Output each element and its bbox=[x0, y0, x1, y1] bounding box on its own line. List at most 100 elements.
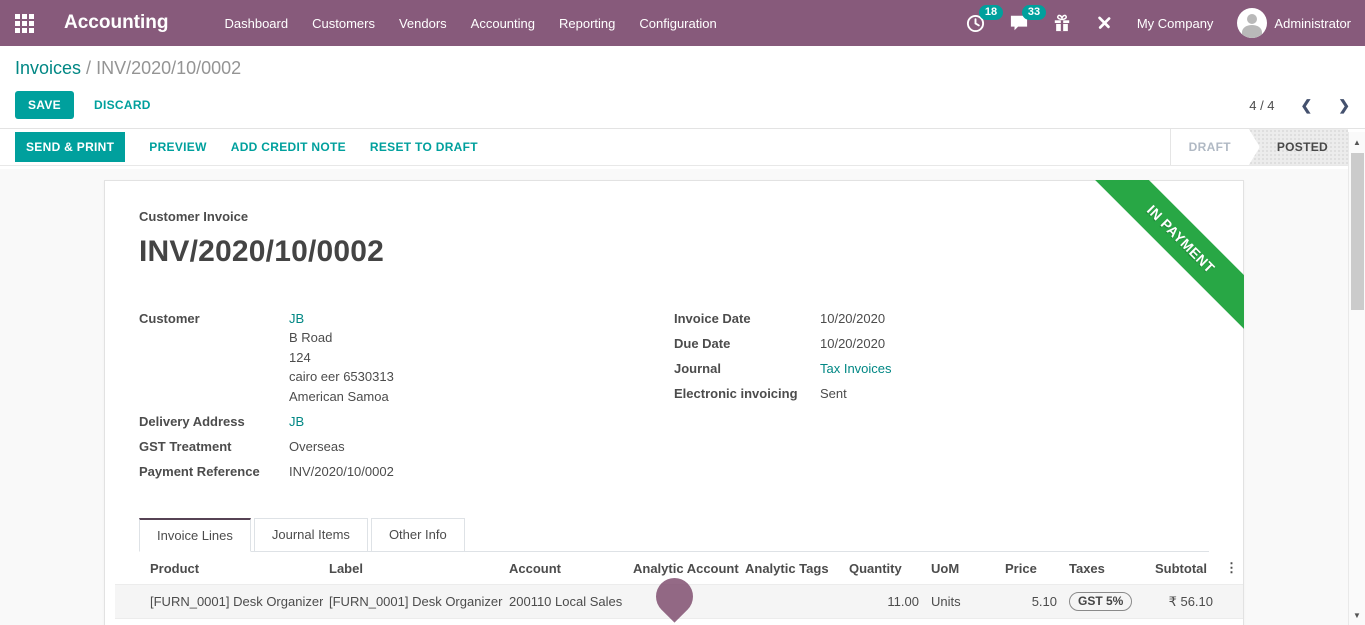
field-electronic-invoicing: Electronic invoicing Sent bbox=[674, 384, 1209, 403]
save-button[interactable]: SAVE bbox=[15, 91, 74, 119]
nav-item-reporting[interactable]: Reporting bbox=[559, 16, 615, 31]
state-posted[interactable]: POSTED bbox=[1249, 129, 1348, 165]
reset-to-draft-button[interactable]: RESET TO DRAFT bbox=[370, 140, 478, 154]
user-name: Administrator bbox=[1274, 16, 1351, 31]
field-journal: Journal Tax Invoices bbox=[674, 359, 1209, 378]
navbar-systray: 18 33 My Company Administrator bbox=[966, 8, 1351, 38]
gift-icon bbox=[1053, 14, 1071, 32]
field-delivery-address: Delivery Address JB bbox=[139, 412, 674, 431]
tab-invoice-lines[interactable]: Invoice Lines bbox=[139, 518, 251, 552]
col-header-analytic-tags[interactable]: Analytic Tags bbox=[739, 552, 843, 585]
pager-count: 4 / 4 bbox=[1249, 98, 1274, 113]
vertical-scrollbar[interactable]: ▲ ▼ bbox=[1348, 132, 1365, 625]
optional-columns-icon[interactable]: ⋮ bbox=[1225, 560, 1238, 575]
preview-button[interactable]: PREVIEW bbox=[149, 140, 206, 154]
col-header-product[interactable]: Product bbox=[115, 552, 323, 585]
messages-badge: 33 bbox=[1022, 5, 1046, 20]
cell-uom[interactable]: Units bbox=[925, 585, 999, 619]
field-gst-treatment: GST Treatment Overseas bbox=[139, 437, 674, 456]
field-group-left: Customer JB B Road 124 cairo eer 6530313… bbox=[139, 309, 674, 487]
nav-item-accounting[interactable]: Accounting bbox=[471, 16, 535, 31]
field-due-date: Due Date 10/20/2020 bbox=[674, 334, 1209, 353]
field-group-right: Invoice Date 10/20/2020 Due Date 10/20/2… bbox=[674, 309, 1209, 487]
cell-price[interactable]: 5.10 bbox=[999, 585, 1063, 619]
col-header-account[interactable]: Account bbox=[503, 552, 627, 585]
cell-quantity[interactable]: 11.00 bbox=[843, 585, 925, 619]
invoice-date-label: Invoice Date bbox=[674, 309, 820, 328]
user-avatar bbox=[1237, 8, 1267, 38]
breadcrumb-current: INV/2020/10/0002 bbox=[96, 58, 241, 78]
electronic-invoicing-label: Electronic invoicing bbox=[674, 384, 820, 403]
gst-treatment-label: GST Treatment bbox=[139, 437, 289, 456]
company-switcher[interactable]: My Company bbox=[1137, 16, 1214, 31]
pager-previous-icon[interactable]: ❮ bbox=[1301, 97, 1313, 114]
payment-reference-label: Payment Reference bbox=[139, 462, 289, 481]
customer-link[interactable]: JB bbox=[289, 311, 304, 326]
top-navbar: Accounting Dashboard Customers Vendors A… bbox=[0, 0, 1365, 46]
customer-address-line: cairo eer 6530313 bbox=[289, 367, 394, 387]
invoice-date-value[interactable]: 10/20/2020 bbox=[820, 309, 885, 328]
status-widget: DRAFT POSTED bbox=[1170, 129, 1348, 165]
customer-label: Customer bbox=[139, 309, 289, 406]
pager-next-icon[interactable]: ❯ bbox=[1338, 97, 1350, 114]
scrollbar-thumb[interactable] bbox=[1351, 153, 1364, 310]
breadcrumb-invoices-link[interactable]: Invoices bbox=[15, 58, 81, 78]
due-date-value[interactable]: 10/20/2020 bbox=[820, 334, 885, 353]
wrench-screwdriver-icon bbox=[1095, 14, 1113, 32]
tab-journal-items[interactable]: Journal Items bbox=[254, 518, 368, 552]
nav-item-customers[interactable]: Customers bbox=[312, 16, 375, 31]
user-menu[interactable]: Administrator bbox=[1237, 8, 1351, 38]
cell-account[interactable]: 200110 Local Sales bbox=[503, 585, 627, 619]
col-header-quantity[interactable]: Quantity bbox=[843, 552, 925, 585]
state-draft[interactable]: DRAFT bbox=[1171, 129, 1249, 165]
tools-button[interactable] bbox=[1095, 14, 1113, 32]
activities-badge: 18 bbox=[979, 5, 1003, 20]
nav-item-dashboard[interactable]: Dashboard bbox=[225, 16, 289, 31]
document-type-label: Customer Invoice bbox=[139, 209, 1209, 224]
cell-product[interactable]: [FURN_0001] Desk Organizer bbox=[115, 585, 323, 619]
cell-analytic-tags[interactable] bbox=[739, 585, 843, 619]
col-header-taxes[interactable]: Taxes bbox=[1063, 552, 1149, 585]
invoice-sheet: IN PAYMENT Customer Invoice INV/2020/10/… bbox=[104, 180, 1244, 625]
form-view: IN PAYMENT Customer Invoice INV/2020/10/… bbox=[0, 169, 1348, 625]
col-header-uom[interactable]: UoM bbox=[925, 552, 999, 585]
tax-badge[interactable]: GST 5% bbox=[1069, 592, 1132, 611]
delivery-address-label: Delivery Address bbox=[139, 412, 289, 431]
nav-item-vendors[interactable]: Vendors bbox=[399, 16, 447, 31]
discard-button[interactable]: DISCARD bbox=[94, 98, 151, 112]
due-date-label: Due Date bbox=[674, 334, 820, 353]
nav-item-configuration[interactable]: Configuration bbox=[639, 16, 716, 31]
payment-reference-value[interactable]: INV/2020/10/0002 bbox=[289, 462, 394, 481]
field-customer: Customer JB B Road 124 cairo eer 6530313… bbox=[139, 309, 674, 406]
notebook-tabs: Invoice Lines Journal Items Other Info bbox=[139, 518, 1209, 552]
tab-other-info[interactable]: Other Info bbox=[371, 518, 465, 552]
apps-grid-icon bbox=[15, 14, 34, 33]
activities-button[interactable]: 18 bbox=[966, 14, 985, 33]
col-header-price[interactable]: Price bbox=[999, 552, 1063, 585]
cell-label[interactable]: [FURN_0001] Desk Organizer bbox=[323, 585, 503, 619]
gst-treatment-value[interactable]: Overseas bbox=[289, 437, 345, 456]
invoice-number-title: INV/2020/10/0002 bbox=[139, 235, 1209, 269]
customer-address-line: B Road bbox=[289, 328, 394, 348]
field-payment-reference: Payment Reference INV/2020/10/0002 bbox=[139, 462, 674, 481]
app-name[interactable]: Accounting bbox=[64, 12, 169, 34]
record-pager: 4 / 4 ❮ ❯ bbox=[1249, 97, 1350, 114]
apps-menu-button[interactable] bbox=[0, 14, 48, 33]
messages-button[interactable]: 33 bbox=[1009, 14, 1029, 32]
add-credit-note-button[interactable]: ADD CREDIT NOTE bbox=[231, 140, 346, 154]
electronic-invoicing-value: Sent bbox=[820, 384, 847, 403]
col-header-label[interactable]: Label bbox=[323, 552, 503, 585]
customer-address-line: 124 bbox=[289, 348, 394, 368]
customer-address-line: American Samoa bbox=[289, 387, 394, 407]
journal-link[interactable]: Tax Invoices bbox=[820, 359, 892, 378]
send-print-button[interactable]: SEND & PRINT bbox=[15, 132, 125, 162]
journal-label: Journal bbox=[674, 359, 820, 378]
scroll-down-icon[interactable]: ▼ bbox=[1349, 607, 1365, 623]
breadcrumb-separator: / bbox=[81, 58, 96, 78]
gifts-button[interactable] bbox=[1053, 14, 1071, 32]
delivery-address-link[interactable]: JB bbox=[289, 412, 304, 431]
breadcrumb: Invoices / INV/2020/10/0002 bbox=[15, 57, 1350, 79]
col-header-subtotal[interactable]: Subtotal bbox=[1149, 552, 1219, 585]
scroll-up-icon[interactable]: ▲ bbox=[1349, 134, 1365, 150]
control-panel: Invoices / INV/2020/10/0002 SAVE DISCARD… bbox=[0, 46, 1365, 129]
